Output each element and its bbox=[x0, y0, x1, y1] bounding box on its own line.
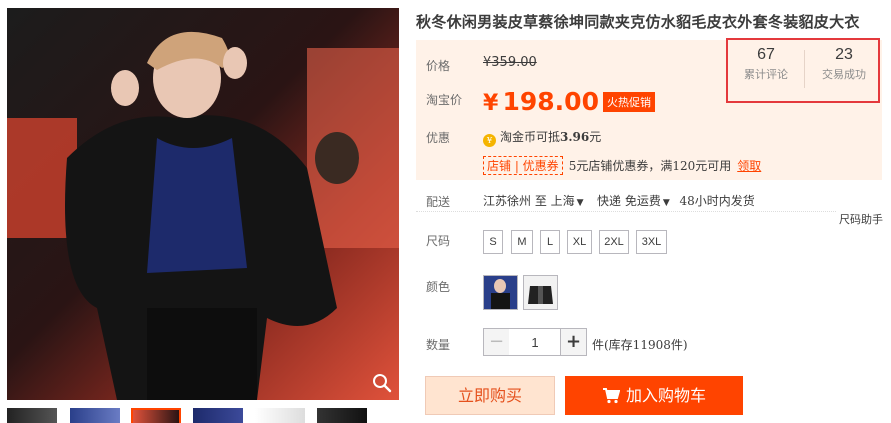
zoom-icon[interactable] bbox=[371, 372, 393, 394]
price-label: 价格 bbox=[426, 59, 451, 73]
sales-stat: 23 交易成功 bbox=[810, 46, 878, 82]
shipping-details: 江苏徐州 至 上海 ▼ 快递 免运费 ▼ 48小时内发货 bbox=[483, 192, 755, 209]
coupon-tag: 店铺 | 优惠券 bbox=[483, 156, 563, 175]
coin-amount: 3.96 bbox=[560, 130, 590, 144]
stats-box: 67 累计评论 23 交易成功 bbox=[726, 38, 880, 103]
promo-price-label: 淘宝价 bbox=[426, 93, 463, 107]
size-option[interactable]: 2XL bbox=[599, 230, 629, 254]
product-title: 秋冬休闲男装皮草蔡徐坤同款夹克仿水貂毛皮衣外套冬装貂皮大衣 bbox=[416, 13, 860, 31]
ship-to: 上海 bbox=[550, 194, 575, 208]
size-helper-link[interactable]: 尺码助手 bbox=[836, 211, 883, 227]
stats-divider bbox=[804, 50, 805, 88]
coin-offer: ¥ 淘金币可抵3.96元 bbox=[483, 128, 601, 147]
cart-icon bbox=[602, 388, 621, 404]
promo-price: ¥ 198.00 bbox=[483, 87, 599, 116]
quantity-label: 数量 bbox=[426, 338, 451, 352]
ship-method-select[interactable]: 快递 免运费 ▼ bbox=[597, 194, 672, 208]
stock-info: 件(库存11908件) bbox=[592, 338, 688, 352]
original-price: ¥359.00 bbox=[483, 55, 537, 70]
color-option[interactable] bbox=[523, 275, 558, 310]
ship-method: 快递 免运费 bbox=[597, 194, 661, 208]
coin-text-prefix: 淘金币可抵 bbox=[500, 130, 561, 144]
color-swatch-image bbox=[524, 276, 557, 309]
ship-to-select[interactable]: 上海 ▼ bbox=[551, 194, 586, 208]
product-photo bbox=[7, 8, 399, 400]
size-option[interactable]: 3XL bbox=[636, 230, 667, 254]
offers-label: 优惠 bbox=[426, 131, 451, 145]
add-to-cart-label: 加入购物车 bbox=[625, 386, 706, 405]
reviews-stat[interactable]: 67 累计评论 bbox=[732, 46, 800, 82]
thumbnail-strip bbox=[7, 408, 399, 423]
size-label: 尺码 bbox=[426, 234, 451, 248]
thumbnail[interactable] bbox=[70, 408, 120, 423]
sales-count: 23 bbox=[835, 46, 853, 63]
thumbnail[interactable] bbox=[317, 408, 367, 423]
coin-text-suffix: 元 bbox=[589, 130, 602, 144]
quantity-decrease-button[interactable]: − bbox=[483, 328, 510, 356]
color-swatch-image bbox=[484, 276, 517, 309]
size-option[interactable]: M bbox=[511, 230, 533, 254]
claim-coupon-link[interactable]: 领取 bbox=[737, 159, 761, 173]
currency-symbol: ¥ bbox=[483, 91, 499, 116]
main-product-image[interactable] bbox=[7, 8, 399, 400]
coupon-offer: 店铺 | 优惠券 5元店铺优惠券，满120元可用 领取 bbox=[483, 156, 761, 175]
shipping-label: 配送 bbox=[426, 195, 451, 209]
taojinbi-coin-icon: ¥ bbox=[483, 134, 496, 147]
quantity-input[interactable] bbox=[509, 328, 561, 356]
caret-down-icon: ▼ bbox=[662, 198, 670, 208]
thumbnail[interactable] bbox=[7, 408, 57, 423]
reviews-label: 累计评论 bbox=[744, 68, 788, 81]
size-option[interactable]: XL bbox=[567, 230, 592, 254]
size-option[interactable]: S bbox=[483, 230, 503, 254]
promo-badge: 火热促销 bbox=[603, 92, 655, 112]
shipping-row: 配送 江苏徐州 至 上海 ▼ 快递 免运费 ▼ 48小时内发货 bbox=[416, 188, 882, 212]
color-option[interactable] bbox=[483, 275, 518, 310]
dispatch-time: 48小时内发货 bbox=[679, 194, 755, 208]
coupon-text: 5元店铺优惠券，满120元可用 bbox=[568, 159, 732, 173]
buy-now-button[interactable]: 立即购买 bbox=[425, 376, 555, 415]
product-detail-page: 秋冬休闲男装皮草蔡徐坤同款夹克仿水貂毛皮衣外套冬装貂皮大衣 价格 ¥359.00… bbox=[0, 0, 891, 423]
thumbnail[interactable] bbox=[255, 408, 305, 423]
add-to-cart-button[interactable]: 加入购物车 bbox=[565, 376, 743, 415]
sales-label: 交易成功 bbox=[822, 68, 866, 81]
promo-price-value: 198.00 bbox=[502, 87, 599, 116]
reviews-count: 67 bbox=[757, 46, 775, 63]
thumbnail[interactable] bbox=[193, 408, 243, 423]
size-option[interactable]: L bbox=[540, 230, 560, 254]
thumbnail-active[interactable] bbox=[131, 408, 181, 423]
color-label: 颜色 bbox=[426, 280, 451, 294]
ship-from: 江苏徐州 至 bbox=[483, 194, 547, 208]
caret-down-icon: ▼ bbox=[576, 198, 584, 208]
quantity-increase-button[interactable]: + bbox=[560, 328, 587, 356]
